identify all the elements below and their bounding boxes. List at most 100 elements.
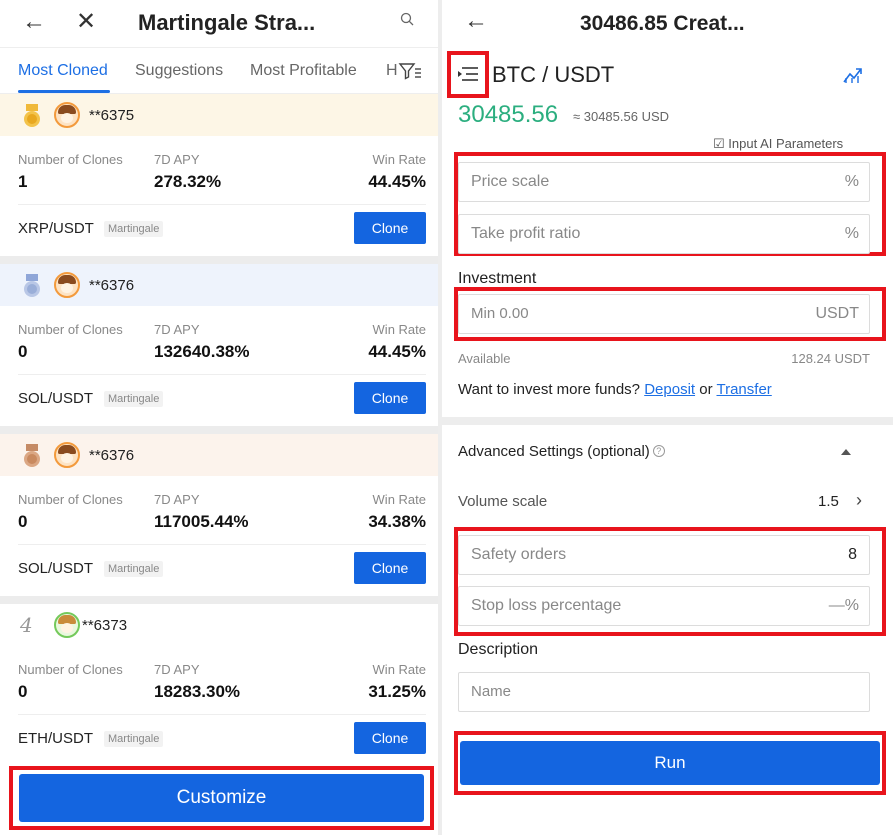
tab-more[interactable]: H <box>386 62 398 80</box>
caret-up-icon[interactable] <box>841 449 851 455</box>
active-tab-indicator <box>18 90 110 93</box>
advanced-settings-label: Advanced Settings (optional) <box>458 443 650 460</box>
win-rate-label: Win Rate <box>372 492 426 507</box>
win-rate-value: 31.25% <box>368 682 426 701</box>
card-header: **6375 <box>0 94 438 136</box>
clone-button[interactable]: Clone <box>354 552 426 584</box>
name-placeholder: Name <box>471 683 512 700</box>
price-scale-field[interactable]: Price scale % <box>458 162 870 202</box>
close-icon[interactable]: ✕ <box>76 7 96 36</box>
win-rate-label: Win Rate <box>372 322 426 337</box>
apy-label: 7D APY <box>154 322 200 337</box>
percent-suffix: % <box>844 173 859 190</box>
clones-label: Number of Clones <box>18 662 123 677</box>
gold-medal-icon <box>24 104 40 127</box>
transfer-link[interactable]: Transfer <box>716 381 771 398</box>
tab-suggestions[interactable]: Suggestions <box>135 62 223 80</box>
divider <box>18 714 426 715</box>
stop-loss-suffix: —% <box>828 597 859 614</box>
safety-orders-placeholder: Safety orders <box>471 546 567 563</box>
or-text: or <box>699 381 713 398</box>
apy-value: 18283.30% <box>154 682 241 701</box>
user-id: **6375 <box>89 107 135 124</box>
run-highlight: Run <box>454 731 886 795</box>
clone-button[interactable]: Clone <box>354 382 426 414</box>
list-menu-icon[interactable] <box>457 66 479 84</box>
clone-button[interactable]: Clone <box>354 212 426 244</box>
left-header: ← ✕ Martingale Stra... <box>0 0 438 48</box>
chart-icon[interactable] <box>843 66 863 84</box>
volume-scale-value[interactable]: 1.5 <box>818 493 839 510</box>
trading-pair: ETH/USDT <box>18 730 93 747</box>
filter-icon[interactable] <box>398 61 422 81</box>
card-gap <box>0 426 438 434</box>
strategy-list-panel: ← ✕ Martingale Stra... Most Cloned Sugge… <box>0 0 438 835</box>
investment-field[interactable]: Min 0.00 USDT <box>458 294 870 334</box>
customize-button[interactable]: Customize <box>19 774 424 822</box>
arrow-left-icon[interactable]: ← <box>22 8 46 36</box>
win-rate-value: 34.38% <box>368 512 426 531</box>
win-rate-value: 44.45% <box>368 172 426 191</box>
last-price: 30485.56 <box>458 101 559 128</box>
avatar <box>54 102 80 128</box>
divider <box>18 544 426 545</box>
card-header: **6376 <box>0 264 438 306</box>
pair-menu-highlight <box>447 51 489 98</box>
tab-most-profitable[interactable]: Most Profitable <box>250 62 357 80</box>
page-title: 30486.85 Creat... <box>580 12 745 35</box>
funds-prompt: Want to invest more funds? Deposit or Tr… <box>458 381 772 398</box>
trading-pair: XRP/USDT <box>18 220 94 237</box>
search-icon[interactable] <box>400 12 414 26</box>
strategy-card[interactable]: **6376 Number of Clones 7D APY Win Rate … <box>0 264 438 426</box>
clones-value: 0 <box>18 512 28 531</box>
safety-orders-field[interactable]: Safety orders 8 <box>458 535 870 575</box>
section-gap <box>442 417 893 425</box>
tab-bar: Most Cloned Suggestions Most Profitable … <box>0 48 438 94</box>
trading-pair: SOL/USDT <box>18 390 94 407</box>
avatar <box>54 442 80 468</box>
clones-value: 1 <box>18 172 28 191</box>
tab-most-cloned[interactable]: Most Cloned <box>18 62 108 80</box>
take-profit-placeholder: Take profit ratio <box>471 225 581 242</box>
clones-value: 0 <box>18 342 28 361</box>
percent-suffix: % <box>844 225 859 242</box>
page-title: Martingale Stra... <box>138 10 316 35</box>
price-scale-placeholder: Price scale <box>471 173 550 190</box>
ai-params-link[interactable]: ☑ Input AI Parameters <box>713 136 843 152</box>
strategy-tag: Martingale <box>104 561 164 577</box>
help-icon[interactable]: ? <box>652 445 665 457</box>
strategy-card[interactable]: **6376 Number of Clones 7D APY Win Rate … <box>0 434 438 596</box>
funds-text: Want to invest more funds? <box>458 381 641 398</box>
trading-pair-title[interactable]: BTC / USDT <box>492 62 614 88</box>
stop-loss-field[interactable]: Stop loss percentage —% <box>458 586 870 626</box>
description-label: Description <box>458 641 539 658</box>
strategy-tag: Martingale <box>104 731 164 747</box>
divider <box>18 204 426 205</box>
rank-number: 4 <box>20 613 33 637</box>
customize-highlight: Customize <box>9 766 434 830</box>
name-field[interactable]: Name <box>458 672 870 712</box>
strategy-tag: Martingale <box>104 391 164 407</box>
apy-label: 7D APY <box>154 662 200 677</box>
ai-params-label: Input AI Parameters <box>728 136 844 151</box>
investment-placeholder: Min 0.00 <box>471 305 529 322</box>
usdt-suffix: USDT <box>815 305 859 322</box>
run-button[interactable]: Run <box>460 741 880 785</box>
apy-value: 132640.38% <box>154 342 250 361</box>
win-rate-label: Win Rate <box>372 662 426 677</box>
card-header: 4 **6373 <box>0 604 438 646</box>
arrow-left-icon[interactable]: ← <box>464 7 488 35</box>
strategy-card[interactable]: 4 **6373 Number of Clones 7D APY Win Rat… <box>0 604 438 766</box>
advanced-settings-header[interactable]: Advanced Settings (optional)? <box>458 443 665 460</box>
deposit-link[interactable]: Deposit <box>644 381 695 398</box>
strategy-tag: Martingale <box>104 221 164 237</box>
investment-label: Investment <box>458 270 537 287</box>
clone-button[interactable]: Clone <box>354 722 426 754</box>
divider <box>18 374 426 375</box>
strategy-card[interactable]: **6375 Number of Clones 7D APY Win Rate … <box>0 94 438 256</box>
clones-value: 0 <box>18 682 28 701</box>
apy-value: 278.32% <box>154 172 222 191</box>
create-strategy-panel: ← 30486.85 Creat... BTC / USDT 30485.56 … <box>442 0 893 835</box>
take-profit-field[interactable]: Take profit ratio % <box>458 214 870 254</box>
chevron-right-icon[interactable]: › <box>856 490 862 511</box>
